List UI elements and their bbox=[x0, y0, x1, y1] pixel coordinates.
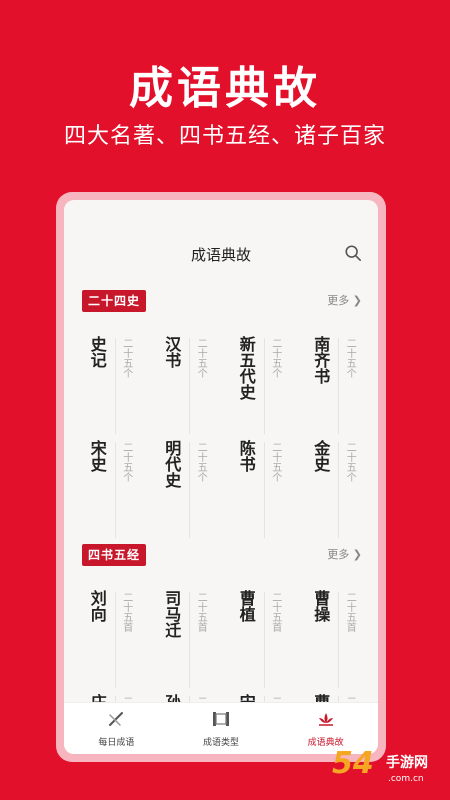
pen-brush-icon bbox=[109, 712, 124, 726]
item-name: 曹植 bbox=[236, 590, 256, 622]
list-item[interactable]: 汉书 二十五个 bbox=[147, 330, 222, 434]
list-item[interactable]: 陈书 二十五个 bbox=[221, 434, 296, 538]
item-count: 二十五个 bbox=[338, 442, 355, 538]
list-item[interactable]: 宋史 二十五个 bbox=[72, 434, 147, 538]
section-badge: 二十四史 bbox=[82, 290, 147, 312]
lotus-icon bbox=[318, 713, 333, 726]
item-name: 曹操 bbox=[311, 590, 331, 622]
search-icon[interactable] bbox=[344, 244, 362, 262]
watermark-domain: .com.cn bbox=[388, 774, 424, 784]
item-name: 史记 bbox=[87, 336, 107, 368]
item-count: 二十五首 bbox=[263, 592, 281, 688]
list-item[interactable]: 金史 二十五个 bbox=[296, 434, 371, 538]
watermark-number: 54 bbox=[332, 746, 374, 781]
tab-bar: 每日成语 成语类型 成语典故 bbox=[64, 702, 378, 754]
list-item[interactable]: 明代史 二十五个 bbox=[147, 434, 222, 538]
list-item[interactable]: 曹植 二十五首 bbox=[221, 584, 296, 688]
app-screen: 成语典故 二十四史 更多 ❯ 史记 二十五个 汉书 二十五个 新五代史 二十五个 南齐… bbox=[64, 200, 378, 754]
site-watermark: 54 手游网 .com.cn bbox=[332, 746, 444, 794]
list-item[interactable]: 新五代史 二十五个 bbox=[221, 330, 296, 434]
list-item[interactable]: 司马迁 二十五首 bbox=[147, 584, 222, 688]
item-count: 二十五个 bbox=[263, 338, 281, 434]
section-grid: 史记 二十五个 汉书 二十五个 新五代史 二十五个 南齐书 二十五个 宋史 二十五个 明代… bbox=[72, 330, 370, 538]
hero-title: 成语典故 bbox=[129, 63, 321, 114]
list-item[interactable]: 史记 二十五个 bbox=[72, 330, 147, 434]
item-name: 宋史 bbox=[87, 440, 107, 472]
item-count: 二十五个 bbox=[114, 338, 132, 434]
more-link[interactable]: 更多 ❯ bbox=[327, 292, 362, 308]
scroll-icon bbox=[213, 712, 229, 726]
item-count: 二十五首 bbox=[189, 592, 206, 688]
section-badge: 四书五经 bbox=[82, 544, 147, 566]
phone-frame: 成语典故 二十四史 更多 ❯ 史记 二十五个 汉书 二十五个 新五代史 二十五个 南齐… bbox=[56, 192, 386, 762]
tab-label: 成语类型 bbox=[203, 738, 240, 748]
item-count: 二十五个 bbox=[189, 338, 206, 434]
item-name: 明代史 bbox=[162, 440, 182, 488]
item-name: 司马迁 bbox=[162, 590, 182, 638]
item-name: 刘向 bbox=[87, 590, 107, 622]
list-item[interactable]: 曹操 二十五首 bbox=[296, 584, 371, 688]
list-item[interactable]: 南齐书 二十五个 bbox=[296, 330, 371, 434]
section-header: 二十四史 更多 ❯ bbox=[80, 290, 362, 314]
item-name: 汉书 bbox=[162, 336, 182, 368]
item-name: 金史 bbox=[311, 440, 331, 472]
more-link[interactable]: 更多 ❯ bbox=[327, 546, 362, 562]
item-name: 南齐书 bbox=[311, 336, 331, 384]
item-count: 二十五个 bbox=[263, 442, 281, 538]
tab-daily-idiom[interactable]: 每日成语 bbox=[64, 703, 169, 754]
item-count: 二十五个 bbox=[114, 442, 132, 538]
app-header: 成语典故 bbox=[64, 200, 378, 276]
tab-label: 每日成语 bbox=[98, 738, 135, 748]
watermark-text: 手游网 bbox=[386, 755, 428, 771]
item-name: 陈书 bbox=[236, 440, 256, 472]
section-header: 四书五经 更多 ❯ bbox=[80, 544, 362, 568]
app-title: 成语典故 bbox=[190, 246, 251, 264]
item-count: 二十五个 bbox=[338, 338, 355, 434]
item-name: 新五代史 bbox=[236, 336, 256, 400]
item-count: 二十五首 bbox=[338, 592, 355, 688]
item-count: 二十五个 bbox=[189, 442, 206, 538]
list-item[interactable]: 刘向 二十五首 bbox=[72, 584, 147, 688]
tab-idiom-types[interactable]: 成语类型 bbox=[169, 703, 274, 754]
item-count: 二十五首 bbox=[114, 592, 132, 688]
hero-subtitle: 四大名著、四书五经、诸子百家 bbox=[63, 124, 386, 149]
